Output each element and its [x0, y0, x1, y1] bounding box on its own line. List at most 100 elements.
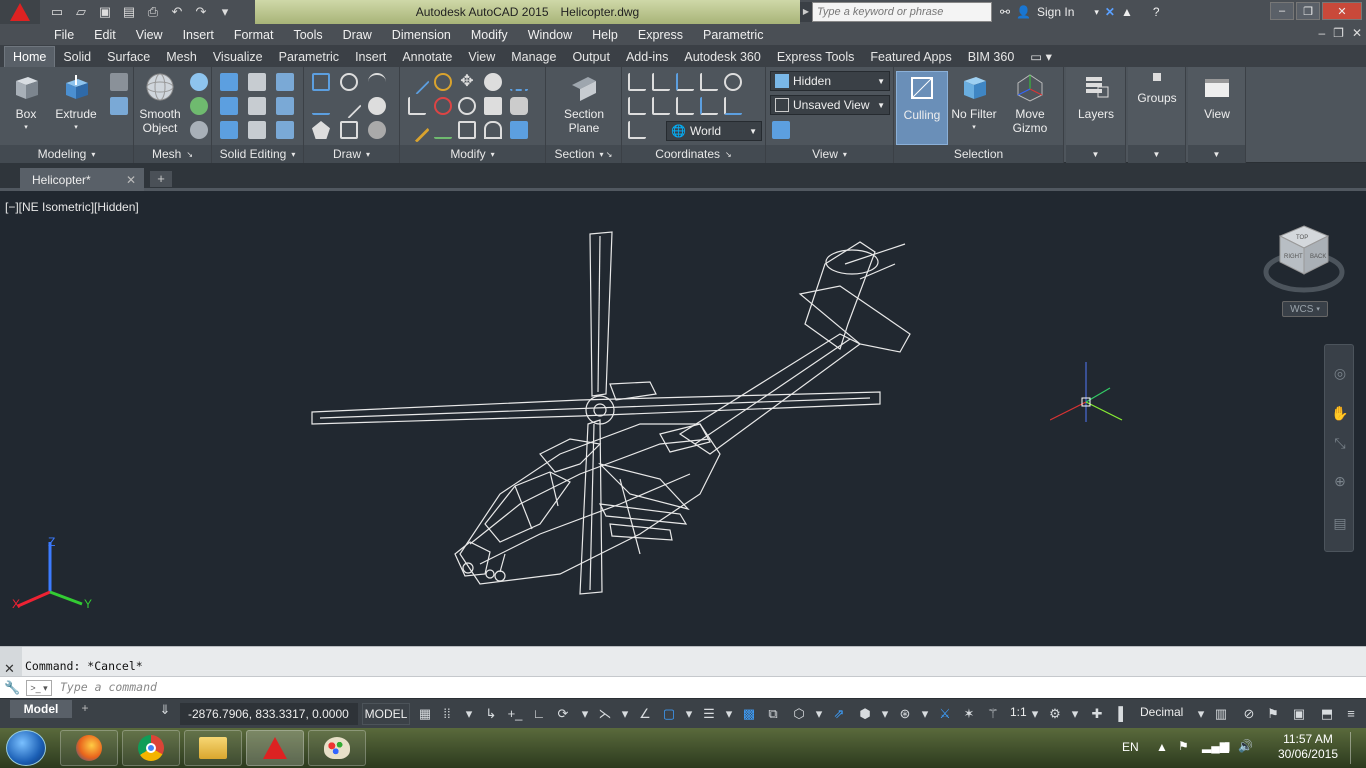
mesh-crease-icon[interactable]: [190, 121, 208, 139]
tab-add-ins[interactable]: Add-ins: [618, 46, 676, 67]
union-icon[interactable]: [220, 73, 238, 91]
tab-view[interactable]: View: [460, 46, 503, 67]
battery-icon[interactable]: ▮: [1224, 739, 1231, 753]
menu-edit[interactable]: Edit: [84, 28, 126, 42]
command-close-icon[interactable]: ✕: [4, 661, 15, 677]
3d-osnap-icon[interactable]: ⬡: [790, 705, 808, 723]
osnap-dropdown-icon[interactable]: ▾: [680, 705, 698, 723]
menu-format[interactable]: Format: [224, 28, 284, 42]
binoculars-icon[interactable]: ⚯: [1000, 5, 1010, 19]
tab-surface[interactable]: Surface: [99, 46, 158, 67]
tab-bim-360[interactable]: BIM 360: [960, 46, 1023, 67]
command-prompt-icon[interactable]: >_ ▾: [26, 680, 52, 696]
undo-icon[interactable]: ↶: [166, 2, 188, 22]
rotate-icon[interactable]: [458, 97, 476, 115]
extract-edges-icon[interactable]: [276, 73, 294, 91]
menu-insert[interactable]: Insert: [173, 28, 224, 42]
open-icon[interactable]: ▱: [70, 2, 92, 22]
action-center-flag-icon[interactable]: ⚑: [1178, 739, 1189, 753]
annotation-scale-value[interactable]: 1:1: [1010, 705, 1027, 719]
3d-mirror-icon[interactable]: [434, 97, 452, 115]
ucs-view-icon[interactable]: [724, 73, 742, 91]
separate-icon[interactable]: [276, 121, 294, 139]
snap-dropdown-icon[interactable]: ▾: [460, 705, 478, 723]
groups-button[interactable]: Groups: [1131, 71, 1183, 143]
start-button[interactable]: [6, 730, 46, 766]
model-space-button[interactable]: MODEL: [362, 703, 410, 725]
break-icon[interactable]: [510, 73, 528, 91]
rectangular-array-icon[interactable]: [510, 121, 528, 139]
gizmo-dropdown-icon[interactable]: ▾: [916, 705, 934, 723]
customization-menu-icon[interactable]: ≡: [1342, 705, 1360, 723]
groups-expand-icon[interactable]: ▼: [1128, 145, 1185, 163]
exchange-icon[interactable]: ✕: [1105, 5, 1115, 19]
3d-align-icon[interactable]: [434, 73, 452, 91]
redo-icon[interactable]: ↷: [190, 2, 212, 22]
menu-window[interactable]: Window: [518, 28, 582, 42]
transparency-icon[interactable]: ▩: [740, 705, 758, 723]
ucs-previous-icon[interactable]: [676, 73, 694, 91]
taskbar-firefox-icon[interactable]: [60, 730, 118, 766]
polygon-icon[interactable]: [312, 121, 330, 139]
units-value[interactable]: Decimal: [1140, 705, 1183, 719]
ucs-3point-icon[interactable]: [676, 97, 694, 115]
no-filter-button[interactable]: No Filter ▾: [948, 71, 1000, 143]
menu-help[interactable]: Help: [582, 28, 628, 42]
steering-wheel-icon[interactable]: ◎: [1331, 365, 1349, 383]
panel-modeling-title[interactable]: Modeling ▾: [0, 145, 133, 163]
tab-autodesk-360[interactable]: Autodesk 360: [676, 46, 768, 67]
ribbon-options-icon[interactable]: ▭ ▾: [1022, 46, 1060, 67]
snap-mode-icon[interactable]: ⁞⁞: [438, 705, 456, 723]
add-layout-icon[interactable]: +: [76, 701, 94, 717]
wrench-icon[interactable]: 🔧: [4, 680, 20, 696]
ucs-combo[interactable]: 🌐 World ▼: [666, 121, 762, 141]
menu-parametric[interactable]: Parametric: [693, 28, 773, 42]
dynamic-ucs-icon[interactable]: ⇗: [830, 705, 848, 723]
grid-icon[interactable]: ▦: [416, 705, 434, 723]
clock[interactable]: 11:57 AM 30/06/2015: [1278, 732, 1338, 762]
trim-icon[interactable]: [404, 117, 430, 143]
language-indicator[interactable]: EN: [1122, 740, 1139, 754]
thicken-icon[interactable]: [248, 121, 266, 139]
auto-scale-icon[interactable]: ✶: [960, 705, 978, 723]
a360-icon[interactable]: ▲: [1121, 5, 1133, 19]
viewport-controls-label[interactable]: [−][NE Isometric][Hidden]: [5, 200, 139, 214]
menu-dimension[interactable]: Dimension: [382, 28, 461, 42]
gizmo-icon[interactable]: ⊛: [896, 705, 914, 723]
volume-icon[interactable]: 🔊: [1238, 739, 1253, 753]
command-input[interactable]: Type a command: [60, 680, 157, 694]
units-dropdown-icon[interactable]: ▾: [1192, 705, 1210, 723]
help-icon[interactable]: ?: [1153, 5, 1160, 19]
panel-draw-title[interactable]: Draw ▾: [304, 145, 399, 163]
wcs-menu[interactable]: WCS ▾: [1282, 301, 1328, 317]
model-layout-tab[interactable]: Model: [10, 700, 72, 718]
selection-filter-icon[interactable]: ⬢: [856, 705, 874, 723]
smooth-object-button[interactable]: Smooth Object: [134, 71, 186, 143]
extrude-button[interactable]: Extrude ▾: [50, 71, 102, 143]
annotation-visibility-icon[interactable]: ⚔: [936, 705, 954, 723]
object-snap-icon[interactable]: ▢: [660, 705, 678, 723]
ucs-object-icon[interactable]: [628, 121, 646, 139]
quick-properties-icon[interactable]: ▥: [1212, 705, 1230, 723]
minimize-icon[interactable]: –: [1270, 2, 1294, 20]
point-icon[interactable]: [368, 97, 386, 115]
new-icon[interactable]: ▭: [46, 2, 68, 22]
tab-insert[interactable]: Insert: [347, 46, 394, 67]
selection-cycling-icon[interactable]: ⧉: [764, 705, 782, 723]
visual-style-combo[interactable]: Hidden ▼: [770, 71, 890, 91]
panel-mesh-title[interactable]: Mesh ↘: [134, 145, 211, 163]
culling-button[interactable]: Culling: [896, 71, 948, 145]
extend-icon[interactable]: [434, 121, 452, 139]
hardware-acceleration-icon[interactable]: ▣: [1290, 705, 1308, 723]
line-icon[interactable]: [336, 93, 362, 119]
menu-express[interactable]: Express: [628, 28, 693, 42]
menu-view[interactable]: View: [126, 28, 173, 42]
doc-close-icon[interactable]: ✕: [1352, 26, 1362, 40]
sign-in-dropdown-icon[interactable]: ▾: [1094, 7, 1099, 18]
tab-annotate[interactable]: Annotate: [394, 46, 460, 67]
extrude-faces-icon[interactable]: [276, 97, 294, 115]
plot-icon[interactable]: ⎙: [142, 2, 164, 22]
fillet-edge-icon[interactable]: [404, 69, 430, 95]
menu-modify[interactable]: Modify: [461, 28, 518, 42]
taskbar-autocad-icon[interactable]: [246, 730, 304, 766]
